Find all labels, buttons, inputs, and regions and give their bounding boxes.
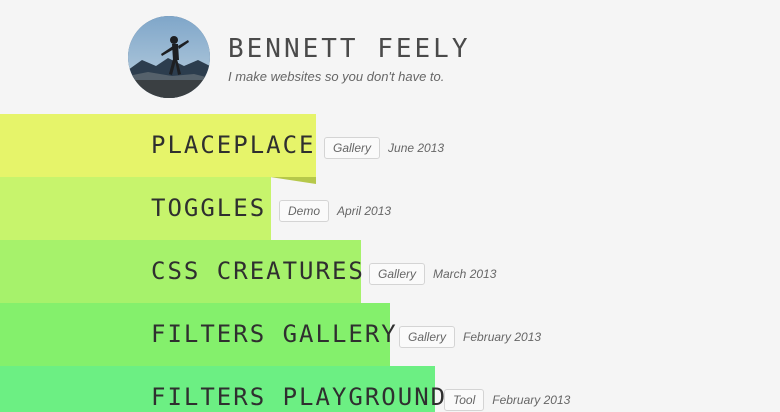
project-title-link[interactable]: FILTERS PLAYGROUND xyxy=(151,383,447,411)
project-meta: Gallery June 2013 xyxy=(324,137,444,159)
avatar[interactable] xyxy=(128,16,210,98)
project-tag[interactable]: Tool xyxy=(444,389,485,411)
project-title-link[interactable]: TOGGLES xyxy=(151,194,266,222)
project-meta: Tool February 2013 xyxy=(444,389,570,411)
site-header: BENNETT FEELY I make websites so you don… xyxy=(128,16,588,100)
project-list: PLACEPLACE Gallery June 2013 TOGGLES Dem… xyxy=(0,114,780,412)
project-date: April 2013 xyxy=(337,204,392,218)
project-tag[interactable]: Gallery xyxy=(369,263,426,285)
avatar-photo xyxy=(128,16,210,98)
project-date: June 2013 xyxy=(388,141,445,155)
project-date: February 2013 xyxy=(463,330,542,344)
project-meta: Demo April 2013 xyxy=(279,200,391,222)
project-tag[interactable]: Demo xyxy=(279,200,330,222)
project-title-link[interactable]: FILTERS GALLERY xyxy=(151,320,398,348)
project-title-link[interactable]: PLACEPLACE xyxy=(151,131,316,159)
project-title-link[interactable]: CSS CREATURES xyxy=(151,257,365,285)
project-meta: Gallery February 2013 xyxy=(399,326,541,348)
site-title[interactable]: BENNETT FEELY xyxy=(228,34,471,64)
project-date: March 2013 xyxy=(433,267,497,281)
project-meta: Gallery March 2013 xyxy=(369,263,496,285)
site-tagline: I make websites so you don't have to. xyxy=(228,69,445,84)
project-date: February 2013 xyxy=(492,393,571,407)
project-tag[interactable]: Gallery xyxy=(324,137,381,159)
fold-accent xyxy=(270,177,316,184)
project-tag[interactable]: Gallery xyxy=(399,326,456,348)
